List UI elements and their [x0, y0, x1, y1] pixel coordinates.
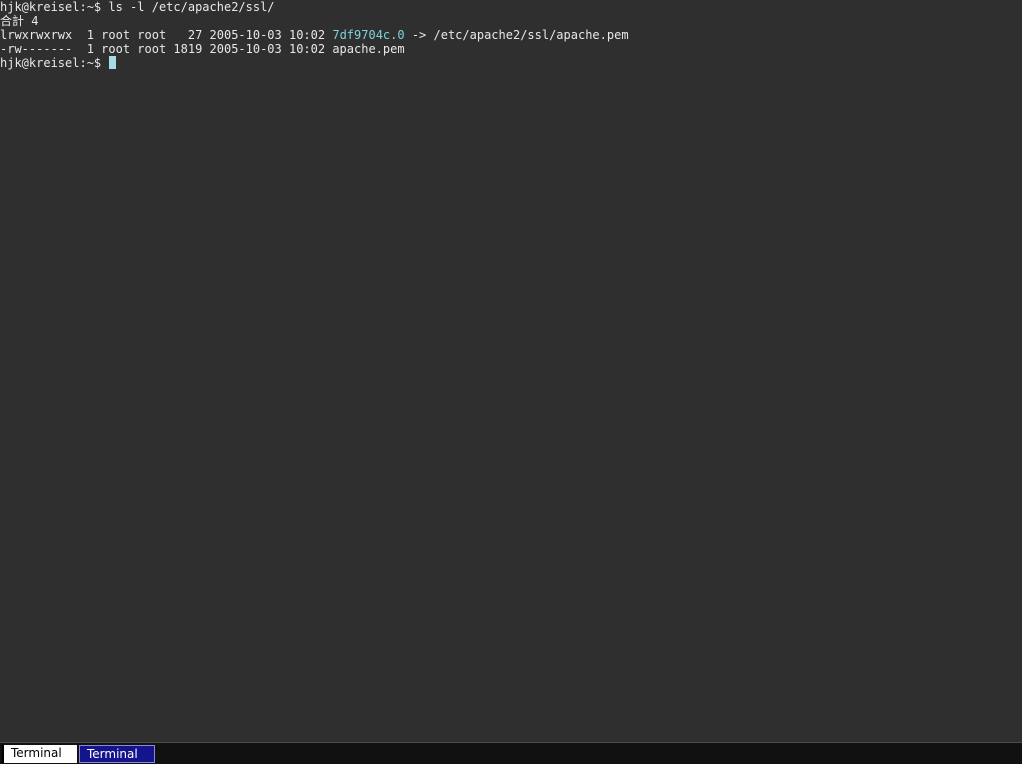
terminal-line-file: -rw------- 1 root root 1819 2005-10-03 1… [0, 42, 405, 56]
taskbar-item-terminal-2[interactable]: Terminal [79, 745, 155, 763]
desktop: hjk@kreisel:~$ ls -l /etc/apache2/ssl/ 合… [0, 0, 1022, 764]
symlink-details: lrwxrwxrwx 1 root root 27 2005-10-03 10:… [0, 28, 333, 42]
text-cursor [109, 56, 117, 69]
prompt-text: hjk@kreisel:~$ [0, 56, 109, 70]
terminal-line-prompt[interactable]: hjk@kreisel:~$ [0, 56, 1022, 70]
terminal-line-command: hjk@kreisel:~$ ls -l /etc/apache2/ssl/ [0, 0, 275, 14]
terminal-window[interactable]: hjk@kreisel:~$ ls -l /etc/apache2/ssl/ 合… [0, 0, 1022, 742]
symlink-target: -> /etc/apache2/ssl/apache.pem [404, 28, 629, 42]
taskbar: Terminal Terminal [0, 742, 1022, 764]
symlink-name: 7df9704c.0 [332, 28, 405, 42]
terminal-line-symlink: lrwxrwxrwx 1 root root 27 2005-10-03 10:… [0, 28, 1022, 42]
terminal-line-total: 合計 4 [0, 14, 39, 28]
taskbar-item-terminal-1[interactable]: Terminal [2, 745, 77, 763]
